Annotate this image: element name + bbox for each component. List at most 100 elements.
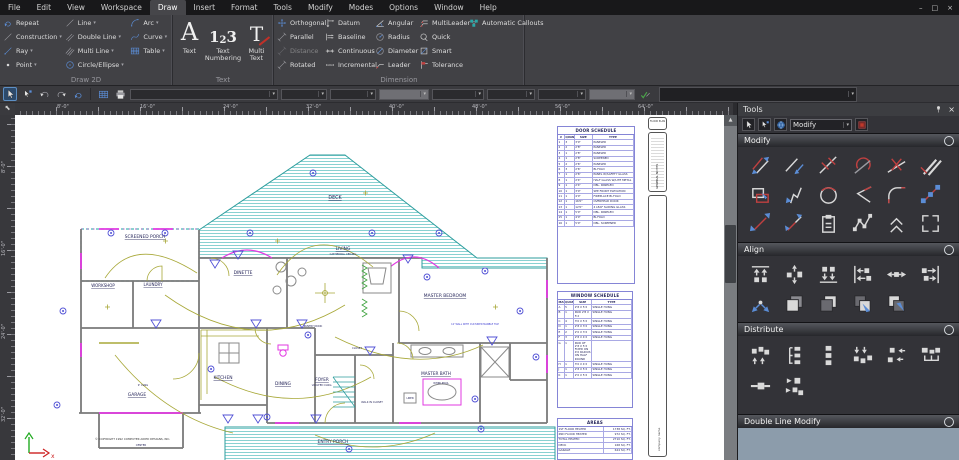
tool-leader[interactable]: Leader <box>375 58 417 72</box>
align-middle-tool[interactable] <box>777 260 811 289</box>
select-arrow-button[interactable] <box>3 87 17 101</box>
offset-tool[interactable] <box>743 151 777 180</box>
menu-draw[interactable]: Draw <box>149 0 186 15</box>
print-button[interactable] <box>113 87 127 101</box>
distribute-up-tool[interactable] <box>743 340 777 371</box>
tool-diameter[interactable]: Diameter <box>375 44 418 58</box>
menu-format[interactable]: Format <box>223 0 265 15</box>
collapse-section-icon[interactable] <box>944 324 954 335</box>
send-back-tool[interactable] <box>811 289 845 318</box>
edit-nodes-tool[interactable] <box>913 180 947 209</box>
send-backward-tool[interactable] <box>879 289 913 318</box>
toolbar-combo-5[interactable]: ▾ <box>487 88 535 100</box>
section-header-distribute[interactable]: Distribute <box>738 322 959 336</box>
move-copy-tool[interactable] <box>743 180 777 209</box>
tool-parallel[interactable]: Parallel <box>277 30 323 44</box>
align-bottom-tool[interactable] <box>811 260 845 289</box>
scrollbar-thumb[interactable] <box>725 225 736 283</box>
tool-tolerance[interactable]: Tolerance <box>419 58 467 72</box>
tool-curve[interactable]: Curve ▾ <box>130 30 169 44</box>
collapse-section-icon[interactable] <box>944 135 954 146</box>
chamfer-tool[interactable] <box>879 209 913 238</box>
break-tool[interactable] <box>811 151 845 180</box>
stretch-tool[interactable] <box>743 209 777 238</box>
tool-smart[interactable]: Smart <box>419 44 467 58</box>
scroll-up-icon[interactable]: ▲ <box>724 115 737 126</box>
tool-incremental[interactable]: Incremental <box>325 58 377 72</box>
toolbar-combo-2[interactable]: ▾ <box>330 88 376 100</box>
menu-edit[interactable]: Edit <box>29 0 60 15</box>
tool-multileader[interactable]: MultiLeader <box>419 16 470 30</box>
world-button[interactable] <box>774 118 787 131</box>
tool-continuous[interactable]: Continuous <box>325 44 375 58</box>
vertical-scrollbar[interactable]: ▲ <box>724 115 737 460</box>
tool-arc[interactable]: Arc ▾ <box>130 16 169 30</box>
repeat-button[interactable] <box>71 87 85 101</box>
tool-quick[interactable]: Quick <box>419 30 467 44</box>
toolbar-combo-7[interactable]: ▾ <box>589 88 635 100</box>
menu-help[interactable]: Help <box>472 0 505 15</box>
tool-automatic-callouts[interactable]: Automatic Callouts <box>469 16 544 30</box>
bring-front-tool[interactable] <box>777 289 811 318</box>
clipboard-tool[interactable] <box>811 209 845 238</box>
toolbar-combo-6[interactable]: ▾ <box>538 88 586 100</box>
section-header-align[interactable]: Align <box>738 242 959 256</box>
distribute-list-tool[interactable] <box>777 340 811 371</box>
align-center-tool[interactable] <box>879 260 913 289</box>
menu-view[interactable]: View <box>59 0 93 15</box>
distribute-tree-tool[interactable] <box>913 340 947 371</box>
distribute-left-tool[interactable] <box>879 340 913 371</box>
menu-modify[interactable]: Modify <box>300 0 341 15</box>
pen-check-button[interactable] <box>638 87 652 101</box>
selection-info-combo[interactable]: ▾ <box>659 86 857 102</box>
bring-forward-tool[interactable] <box>845 289 879 318</box>
restore-button[interactable]: □ <box>932 4 939 12</box>
toolbar-combo-3[interactable]: ▾ <box>379 88 429 100</box>
toolbar-combo-1[interactable]: ▾ <box>281 88 327 100</box>
align-right-tool[interactable] <box>913 260 947 289</box>
select-tool-button[interactable] <box>742 118 755 131</box>
bend-tool[interactable] <box>777 180 811 209</box>
palette-button[interactable] <box>855 118 868 131</box>
menu-insert[interactable]: Insert <box>186 0 224 15</box>
tool-ray[interactable]: Ray ▾ <box>3 44 63 58</box>
tool-line[interactable]: Line ▾ <box>65 16 129 30</box>
align-point-tool[interactable] <box>743 289 777 318</box>
snap-tool-button[interactable] <box>758 118 771 131</box>
polyline-edit-tool[interactable] <box>845 209 879 238</box>
redo-button[interactable] <box>54 87 68 101</box>
close-panel-icon[interactable]: × <box>948 105 955 114</box>
tool-datum[interactable]: Datum <box>325 16 373 30</box>
trim-circle-tool[interactable] <box>845 151 879 180</box>
tool-angular[interactable]: Angular <box>375 16 417 30</box>
distribute-order-tool[interactable] <box>777 371 811 402</box>
node-select-button[interactable] <box>20 87 34 101</box>
tool-orthogonal[interactable]: Orthogonal <box>277 16 326 30</box>
extend-tool[interactable] <box>777 151 811 180</box>
scale-tool[interactable] <box>777 209 811 238</box>
align-left-tool[interactable] <box>845 260 879 289</box>
tool-baseline[interactable]: Baseline <box>325 30 373 44</box>
tool-distance[interactable]: Distance <box>277 44 323 58</box>
tool-construction[interactable]: Construction ▾ <box>3 30 63 44</box>
distribute-down-tool[interactable] <box>845 340 879 371</box>
distribute-horizontal-tool[interactable] <box>743 371 777 402</box>
close-circle-tool[interactable] <box>811 180 845 209</box>
tool-double-line[interactable]: Double Line ▾ <box>65 30 129 44</box>
fillet-tool[interactable] <box>879 180 913 209</box>
close-button[interactable]: × <box>947 4 953 12</box>
menu-options[interactable]: Options <box>381 0 426 15</box>
tool-point[interactable]: Point ▾ <box>3 58 63 72</box>
menu-modes[interactable]: Modes <box>341 0 381 15</box>
palette-select-combo[interactable]: Modify ▾ <box>790 118 852 131</box>
section-header-modify[interactable]: Modify <box>738 133 959 147</box>
angle-tool[interactable] <box>845 180 879 209</box>
tool-radius[interactable]: Radius <box>375 30 417 44</box>
distribute-vertical-tool[interactable] <box>811 340 845 371</box>
tool-table[interactable]: Table ▾ <box>130 44 169 58</box>
split-tool[interactable] <box>913 209 947 238</box>
tool-multi-line[interactable]: Multi Line ▾ <box>65 44 129 58</box>
tool-circle-ellipse[interactable]: Circle/Ellipse ▾ <box>65 58 129 72</box>
cleanup-tool[interactable] <box>913 151 947 180</box>
multi-text-tool[interactable]: T Multi Text <box>244 16 269 74</box>
